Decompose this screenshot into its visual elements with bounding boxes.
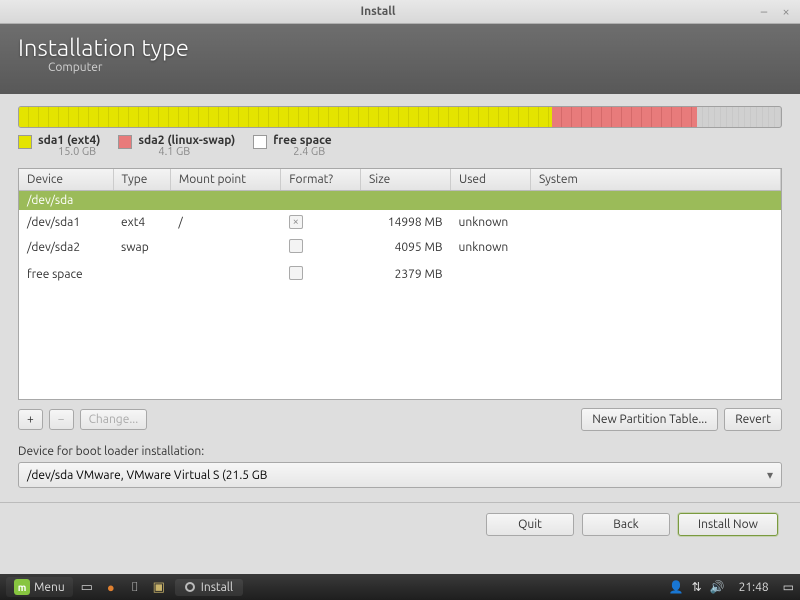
cell-device: /dev/sda2 — [19, 234, 113, 261]
cell-size: 14998 MB — [361, 210, 451, 234]
col-mount[interactable]: Mount point — [170, 169, 280, 191]
divider — [0, 502, 800, 503]
bootloader-device-select[interactable]: /dev/sda VMware, VMware Virtual S (21.5 … — [18, 462, 782, 488]
col-size[interactable]: Size — [361, 169, 451, 191]
cell-type — [113, 261, 170, 288]
bootloader-label: Device for boot loader installation: — [18, 445, 782, 458]
add-partition-button[interactable]: + — [18, 409, 43, 430]
back-button[interactable]: Back — [582, 513, 670, 536]
checkbox-icon[interactable] — [289, 266, 303, 280]
legend: sda1 (ext4) 15.0 GB sda2 (linux-swap) 4.… — [18, 134, 782, 158]
cell-mount — [170, 261, 280, 288]
new-partition-table-button[interactable]: New Partition Table... — [581, 408, 718, 431]
swatch-icon — [253, 135, 267, 149]
window-title: Install — [6, 5, 750, 18]
user-icon[interactable]: 👤 — [669, 580, 684, 594]
quit-button[interactable]: Quit — [486, 513, 574, 536]
disk-row[interactable]: /dev/sda — [19, 191, 781, 211]
page-header: Installation type Computer — [0, 24, 800, 94]
legend-item: free space 2.4 GB — [253, 134, 331, 158]
col-system[interactable]: System — [531, 169, 781, 191]
swatch-icon — [18, 135, 32, 149]
usage-segment-free — [697, 107, 781, 127]
partition-row[interactable]: /dev/sda2 swap 4095 MB unknown — [19, 234, 781, 261]
footer-buttons: Quit Back Install Now — [18, 513, 782, 536]
task-icon — [185, 582, 195, 592]
cell-mount: / — [170, 210, 280, 234]
chevron-down-icon: ▾ — [767, 468, 773, 482]
col-used[interactable]: Used — [451, 169, 531, 191]
cell-format[interactable]: × — [281, 210, 361, 234]
legend-size: 4.1 GB — [158, 146, 235, 158]
change-partition-button[interactable]: Change... — [80, 409, 148, 430]
cell-system — [531, 234, 781, 261]
col-format[interactable]: Format? — [281, 169, 361, 191]
revert-button[interactable]: Revert — [724, 408, 782, 431]
col-type[interactable]: Type — [113, 169, 170, 191]
show-desktop-icon[interactable]: ▭ — [77, 577, 97, 597]
cell-size: 4095 MB — [361, 234, 451, 261]
cell-used: unknown — [451, 210, 531, 234]
menu-button[interactable]: m Menu — [6, 577, 73, 597]
page-title: Installation type — [18, 34, 782, 61]
legend-item: sda2 (linux-swap) 4.1 GB — [118, 134, 235, 158]
swatch-icon — [118, 135, 132, 149]
cell-mount — [170, 234, 280, 261]
usage-segment-sda2 — [552, 107, 697, 127]
cell-used: unknown — [451, 234, 531, 261]
partition-table[interactable]: Device Type Mount point Format? Size Use… — [18, 168, 782, 400]
taskbar[interactable]: m Menu ▭ ● ⌷ ▣ Install 👤 ⇅ 🔊 21:48 ▭ — [0, 574, 800, 600]
partition-toolbar: + − Change... New Partition Table... Rev… — [18, 408, 782, 431]
minimize-button[interactable]: – — [756, 4, 772, 20]
volume-icon[interactable]: 🔊 — [710, 580, 725, 594]
cell-format[interactable] — [281, 261, 361, 288]
firefox-icon[interactable]: ● — [101, 577, 121, 597]
cell-type: swap — [113, 234, 170, 261]
partition-row[interactable]: /dev/sda1 ext4 / × 14998 MB unknown — [19, 210, 781, 234]
page-subtitle: Computer — [48, 61, 782, 74]
column-headers: Device Type Mount point Format? Size Use… — [19, 169, 781, 191]
install-now-button[interactable]: Install Now — [678, 513, 778, 536]
task-label: Install — [201, 581, 233, 594]
tray-icon[interactable]: ▭ — [783, 580, 794, 594]
cell-type: ext4 — [113, 210, 170, 234]
checkbox-icon[interactable] — [289, 239, 303, 253]
remove-partition-button[interactable]: − — [49, 409, 74, 430]
mint-logo-icon: m — [14, 579, 30, 595]
cell-system — [531, 210, 781, 234]
col-device[interactable]: Device — [19, 169, 113, 191]
cell-device: free space — [19, 261, 113, 288]
system-tray: 👤 ⇅ 🔊 21:48 ▭ — [669, 580, 794, 594]
menu-label: Menu — [34, 581, 65, 594]
partition-row[interactable]: free space 2379 MB — [19, 261, 781, 288]
cell-used — [451, 261, 531, 288]
cell-format[interactable] — [281, 234, 361, 261]
cell-device: /dev/sda1 — [19, 210, 113, 234]
task-install[interactable]: Install — [175, 579, 243, 596]
legend-size: 15.0 GB — [58, 146, 100, 158]
files-icon[interactable]: ▣ — [149, 577, 169, 597]
legend-size: 2.4 GB — [293, 146, 331, 158]
close-button[interactable]: × — [778, 4, 794, 20]
terminal-icon[interactable]: ⌷ — [125, 577, 145, 597]
clock[interactable]: 21:48 — [739, 581, 769, 594]
bootloader-device-value: /dev/sda VMware, VMware Virtual S (21.5 … — [27, 469, 767, 482]
network-icon[interactable]: ⇅ — [692, 580, 702, 594]
checkbox-icon[interactable]: × — [289, 215, 303, 229]
cell-size: 2379 MB — [361, 261, 451, 288]
cell-system — [531, 261, 781, 288]
legend-item: sda1 (ext4) 15.0 GB — [18, 134, 100, 158]
usage-segment-sda1 — [19, 107, 552, 127]
disk-row-label: /dev/sda — [19, 191, 781, 211]
disk-usage-bar — [18, 106, 782, 128]
window-titlebar: Install – × — [0, 0, 800, 24]
